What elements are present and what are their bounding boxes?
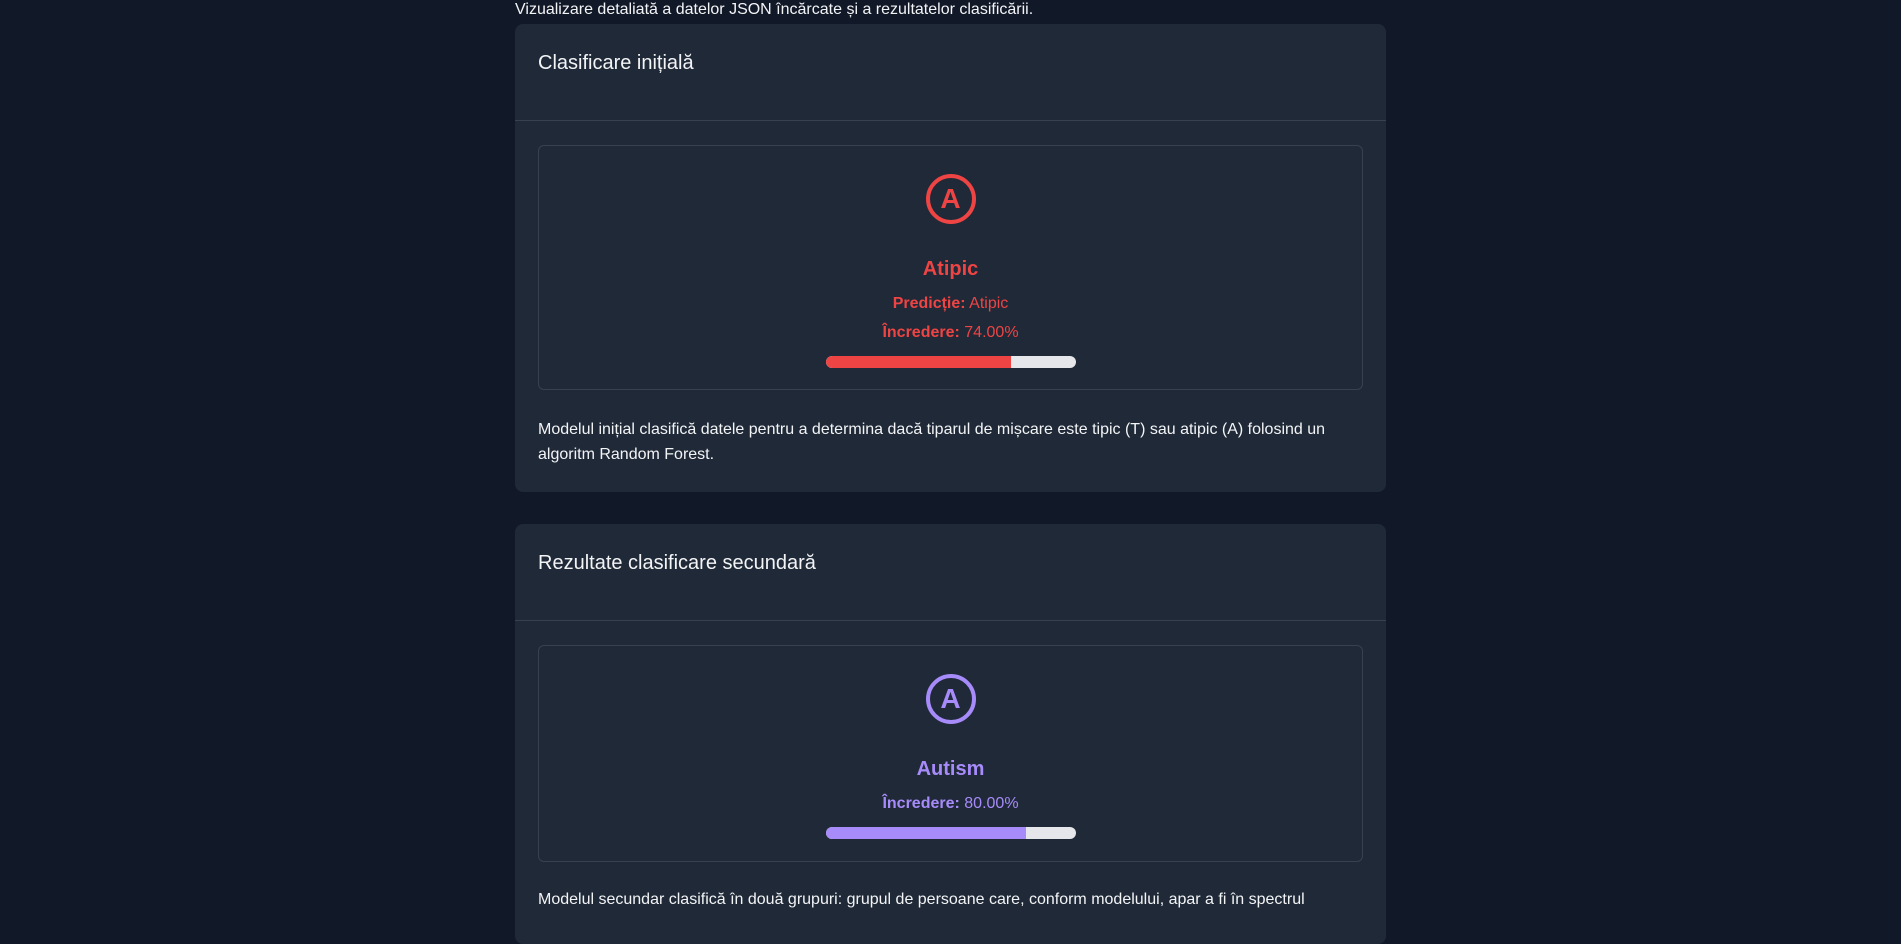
card-header: Clasificare inițială	[515, 24, 1386, 121]
confidence-progress-bar	[825, 827, 1076, 839]
confidence-value: 80.00%	[964, 795, 1019, 812]
initial-result-box: A Atipic Predicție: Atipic Încredere: 74…	[538, 145, 1363, 390]
atypical-badge-icon: A	[925, 174, 976, 224]
prediction-label: Predicție:	[892, 295, 966, 312]
confidence-value: 74.00%	[964, 324, 1019, 341]
secondary-classification-card: Rezultate clasificare secundară A Autism…	[515, 524, 1386, 944]
confidence-line: Încredere: 80.00%	[539, 795, 1362, 813]
confidence-line: Încredere: 74.00%	[539, 324, 1362, 342]
prediction-line: Predicție: Atipic	[539, 295, 1362, 313]
prediction-value: Atipic	[969, 295, 1009, 312]
confidence-label: Încredere:	[882, 795, 960, 812]
card-title: Rezultate clasificare secundară	[538, 552, 816, 574]
autism-badge-icon: A	[925, 674, 976, 724]
confidence-progress-fill	[825, 827, 1026, 839]
secondary-description: Modelul secundar clasifică în două grupu…	[538, 891, 1305, 908]
confidence-progress-bar	[825, 356, 1076, 368]
card-title: Clasificare inițială	[538, 52, 694, 74]
page-intro-text: Vizualizare detaliată a datelor JSON înc…	[515, 1, 1034, 18]
initial-description: Modelul inițial clasifică datele pentru …	[538, 421, 1326, 463]
initial-classification-card: Clasificare inițială A Atipic Predicție:…	[515, 24, 1386, 492]
confidence-label: Încredere:	[882, 324, 960, 341]
confidence-progress-fill	[825, 356, 1011, 368]
result-label: Autism	[916, 758, 985, 780]
card-header: Rezultate clasificare secundară	[515, 524, 1386, 621]
secondary-result-box: A Autism Încredere: 80.00%	[538, 645, 1363, 862]
result-label: Atipic	[922, 258, 979, 280]
